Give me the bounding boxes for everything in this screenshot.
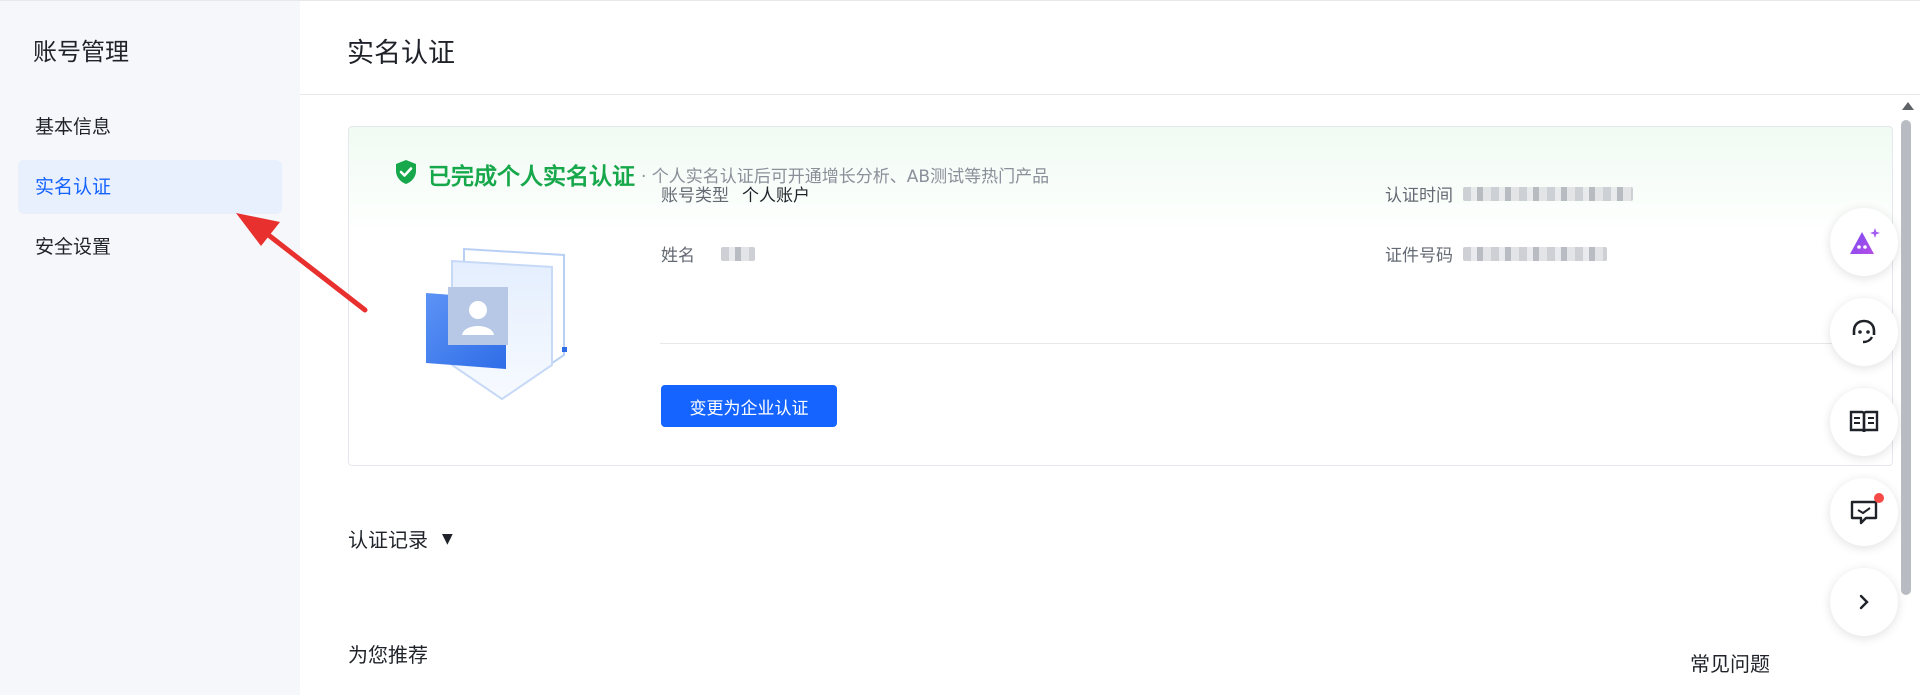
name-label: 姓名 xyxy=(661,246,695,266)
scroll-up-arrow-icon[interactable] xyxy=(1902,102,1914,110)
record-toggle[interactable]: 认证记录 ▼ xyxy=(348,524,453,553)
docs-book-icon[interactable] xyxy=(1830,388,1898,456)
customer-service-icon[interactable] xyxy=(1830,298,1898,366)
page-title: 实名认证 xyxy=(347,38,455,69)
scroll-thumb[interactable] xyxy=(1901,120,1911,595)
faq-title: 常见问题 xyxy=(1690,652,1770,676)
sidebar-item-basic-info[interactable]: 基本信息 xyxy=(18,100,282,154)
id-number-label: 证件号码 xyxy=(1385,246,1453,266)
collapse-chevron-icon[interactable] xyxy=(1830,568,1898,636)
sidebar-item-real-name[interactable]: 实名认证 xyxy=(18,160,282,214)
account-type-value: 个人账户 xyxy=(742,186,810,206)
notification-dot xyxy=(1874,493,1884,503)
feedback-message-icon[interactable] xyxy=(1830,478,1898,546)
divider xyxy=(660,343,1894,344)
shield-check-icon xyxy=(394,159,418,189)
page-header: 实名认证 xyxy=(300,1,1920,95)
sidebar-item-security[interactable]: 安全设置 xyxy=(18,220,282,274)
verify-time-value-redacted xyxy=(1463,187,1633,201)
sidebar-title: 账号管理 xyxy=(33,38,129,66)
id-number-value-redacted xyxy=(1463,247,1607,261)
account-type-label: 账号类型 xyxy=(661,186,729,206)
record-title: 认证记录 xyxy=(348,528,428,552)
caret-down-icon: ▼ xyxy=(442,530,453,547)
verification-card: 已完成个人实名认证 · 个人实名认证后可开通增长分析、AB测试等热门产品 账号类… xyxy=(348,126,1894,466)
scrollbar[interactable] xyxy=(1898,98,1914,695)
ai-assistant-icon[interactable] xyxy=(1830,208,1898,276)
verify-time-label: 认证时间 xyxy=(1385,186,1453,206)
recommend-title: 为您推荐 xyxy=(348,643,428,667)
name-value-redacted xyxy=(721,247,755,261)
change-to-enterprise-button[interactable]: 变更为企业认证 xyxy=(661,385,837,427)
main-content: 实名认证 已完成个人实名认证 · 个人实名认证后可开通增长分析、AB测试等热门产… xyxy=(300,0,1920,695)
status-title: 已完成个人实名认证 xyxy=(428,164,635,190)
sidebar: 账号管理 基本信息 实名认证 安全设置 xyxy=(0,0,300,695)
id-card-illustration xyxy=(424,247,574,406)
